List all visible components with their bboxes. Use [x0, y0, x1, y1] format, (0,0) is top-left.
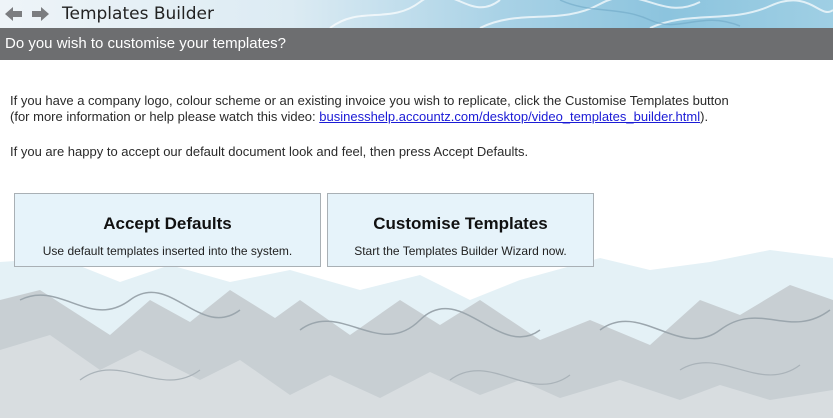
instruction-line-3: If you are happy to accept our default d… [10, 144, 529, 159]
instruction-line-2-suffix: ). [700, 109, 709, 124]
back-arrow-icon[interactable] [5, 6, 23, 22]
header-band: Do you wish to customise your templates? [0, 28, 833, 60]
accept-defaults-button[interactable]: Accept Defaults Use default templates in… [14, 193, 321, 267]
customise-templates-button[interactable]: Customise Templates Start the Templates … [327, 193, 594, 267]
forward-arrow-icon[interactable] [31, 6, 49, 22]
page-heading: Do you wish to customise your templates? [5, 35, 286, 52]
instruction-line-2-prefix: (for more information or help please wat… [10, 109, 320, 124]
video-link[interactable]: businesshelp.accountz.com/desktop/video_… [319, 109, 700, 124]
customise-templates-subtitle: Start the Templates Builder Wizard now. [354, 244, 567, 258]
instruction-line-1: If you have a company logo, colour schem… [10, 93, 729, 108]
window-title: Templates Builder [62, 4, 214, 24]
customise-templates-title: Customise Templates [373, 214, 548, 233]
title-bar: Templates Builder [0, 0, 833, 28]
accept-defaults-subtitle: Use default templates inserted into the … [42, 244, 293, 258]
accept-defaults-title: Accept Defaults [103, 214, 232, 233]
instruction-line-2: (for more information or help please wat… [10, 109, 708, 125]
